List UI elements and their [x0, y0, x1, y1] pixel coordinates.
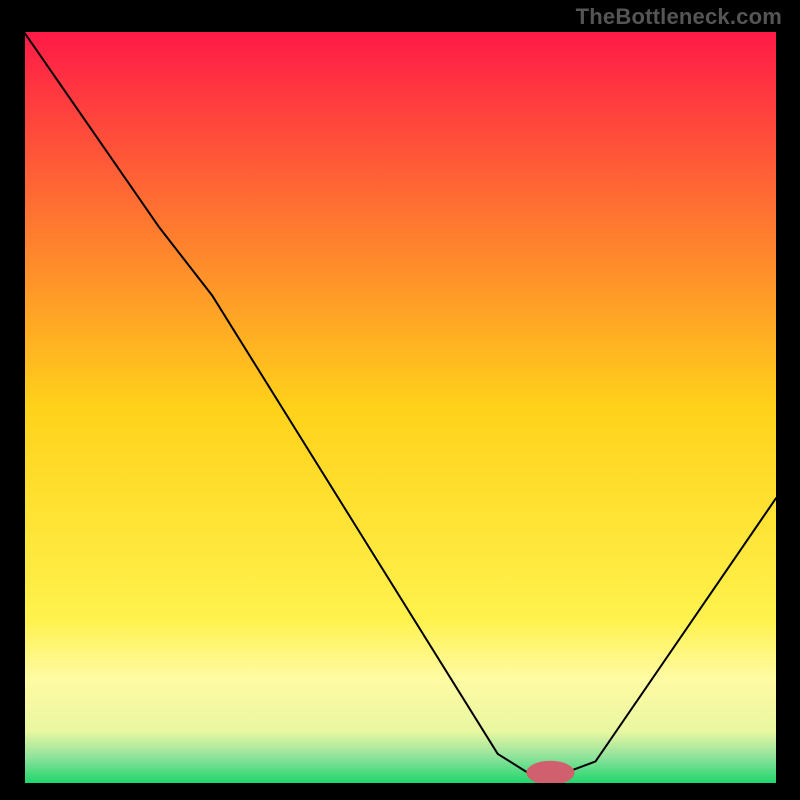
chart-plot [24, 32, 776, 784]
chart-svg [24, 32, 776, 784]
watermark-label: TheBottleneck.com [576, 4, 782, 30]
chart-marker [526, 761, 574, 784]
chart-background [24, 32, 776, 784]
chart-stage: TheBottleneck.com [0, 0, 800, 800]
